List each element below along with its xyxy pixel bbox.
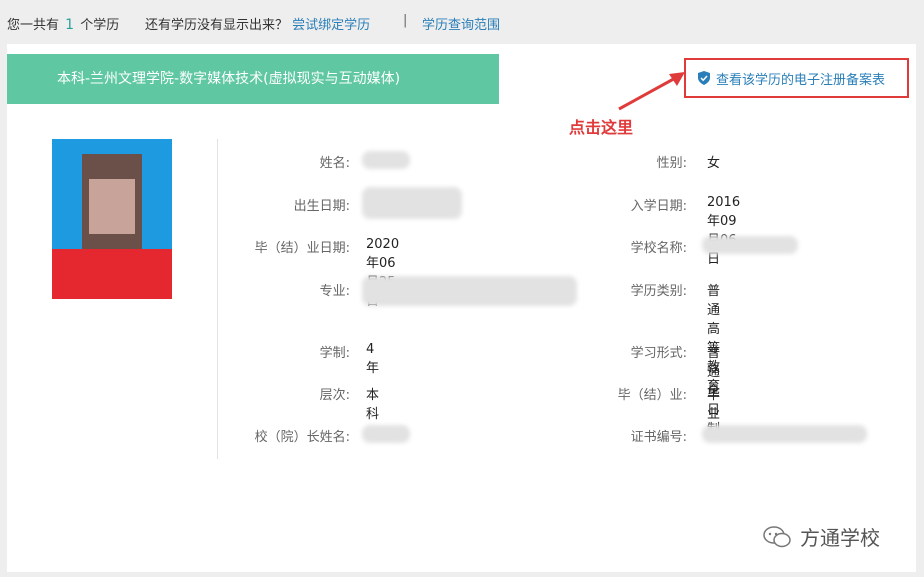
watermark-text: 方通学校: [800, 526, 880, 550]
shield-icon: [698, 71, 710, 85]
query-range-link[interactable]: 学历查询范围: [422, 14, 500, 33]
field-label: 姓名:: [319, 156, 350, 171]
field-label: 学校名称:: [630, 241, 687, 256]
redacted-value: [702, 236, 798, 254]
view-registration-label: 查看该学历的电子注册备案表: [716, 72, 886, 88]
field-label: 证书编号:: [630, 430, 687, 445]
top-bar: 您一共有 1 个学历 还有学历没有显示出来？ 尝试绑定学历 | 学历查询范围: [0, 0, 924, 44]
missing-degree-text: 还有学历没有显示出来？ 尝试绑定学历: [145, 14, 370, 33]
click-here-annotation: 点击这里: [569, 118, 634, 137]
field-label: 层次:: [319, 388, 350, 403]
field-value: 2016年09月06日: [707, 195, 741, 267]
degree-card: 本科-兰州文理学院-数字媒体技术(虚拟现实与互动媒体) 查看该学历的电子注册备案…: [7, 44, 916, 572]
count-suffix: 个学历: [80, 18, 120, 33]
field-label: 毕（结）业:: [617, 388, 687, 403]
field-label: 毕（结）业日期:: [254, 241, 350, 256]
view-registration-button[interactable]: 查看该学历的电子注册备案表: [684, 58, 909, 98]
field-label: 学历类别:: [630, 284, 687, 299]
field-value: 女: [707, 156, 721, 171]
bind-degree-link[interactable]: 尝试绑定学历: [292, 18, 370, 33]
divider: [217, 139, 218, 459]
degree-count: 1: [65, 17, 75, 33]
field-value: 4 年: [366, 342, 380, 376]
redacted-value: [362, 187, 462, 219]
field-label: 学制:: [319, 346, 350, 361]
redacted-value: [362, 276, 577, 306]
watermark: 方通学校: [762, 522, 880, 551]
wechat-icon: [763, 525, 791, 547]
field-value: 毕业: [707, 388, 721, 422]
field-label: 专业:: [319, 284, 350, 299]
degree-count-text: 您一共有 1 个学历: [7, 14, 119, 33]
field-label: 学习形式:: [630, 346, 687, 361]
redacted-value: [362, 425, 410, 443]
field-value: 本科: [366, 388, 380, 422]
field-label: 校（院）长姓名:: [254, 430, 350, 445]
student-photo: [52, 139, 172, 299]
redacted-value: [702, 425, 867, 443]
missing-text: 还有学历没有显示出来？: [145, 18, 289, 33]
field-label: 出生日期:: [293, 199, 350, 214]
degree-title: 本科-兰州文理学院-数字媒体技术(虚拟现实与互动媒体): [7, 54, 499, 104]
field-label: 入学日期:: [630, 199, 687, 214]
redacted-value: [362, 151, 410, 169]
field-label: 性别:: [656, 156, 687, 171]
separator: |: [403, 13, 408, 28]
count-prefix: 您一共有: [7, 18, 60, 33]
